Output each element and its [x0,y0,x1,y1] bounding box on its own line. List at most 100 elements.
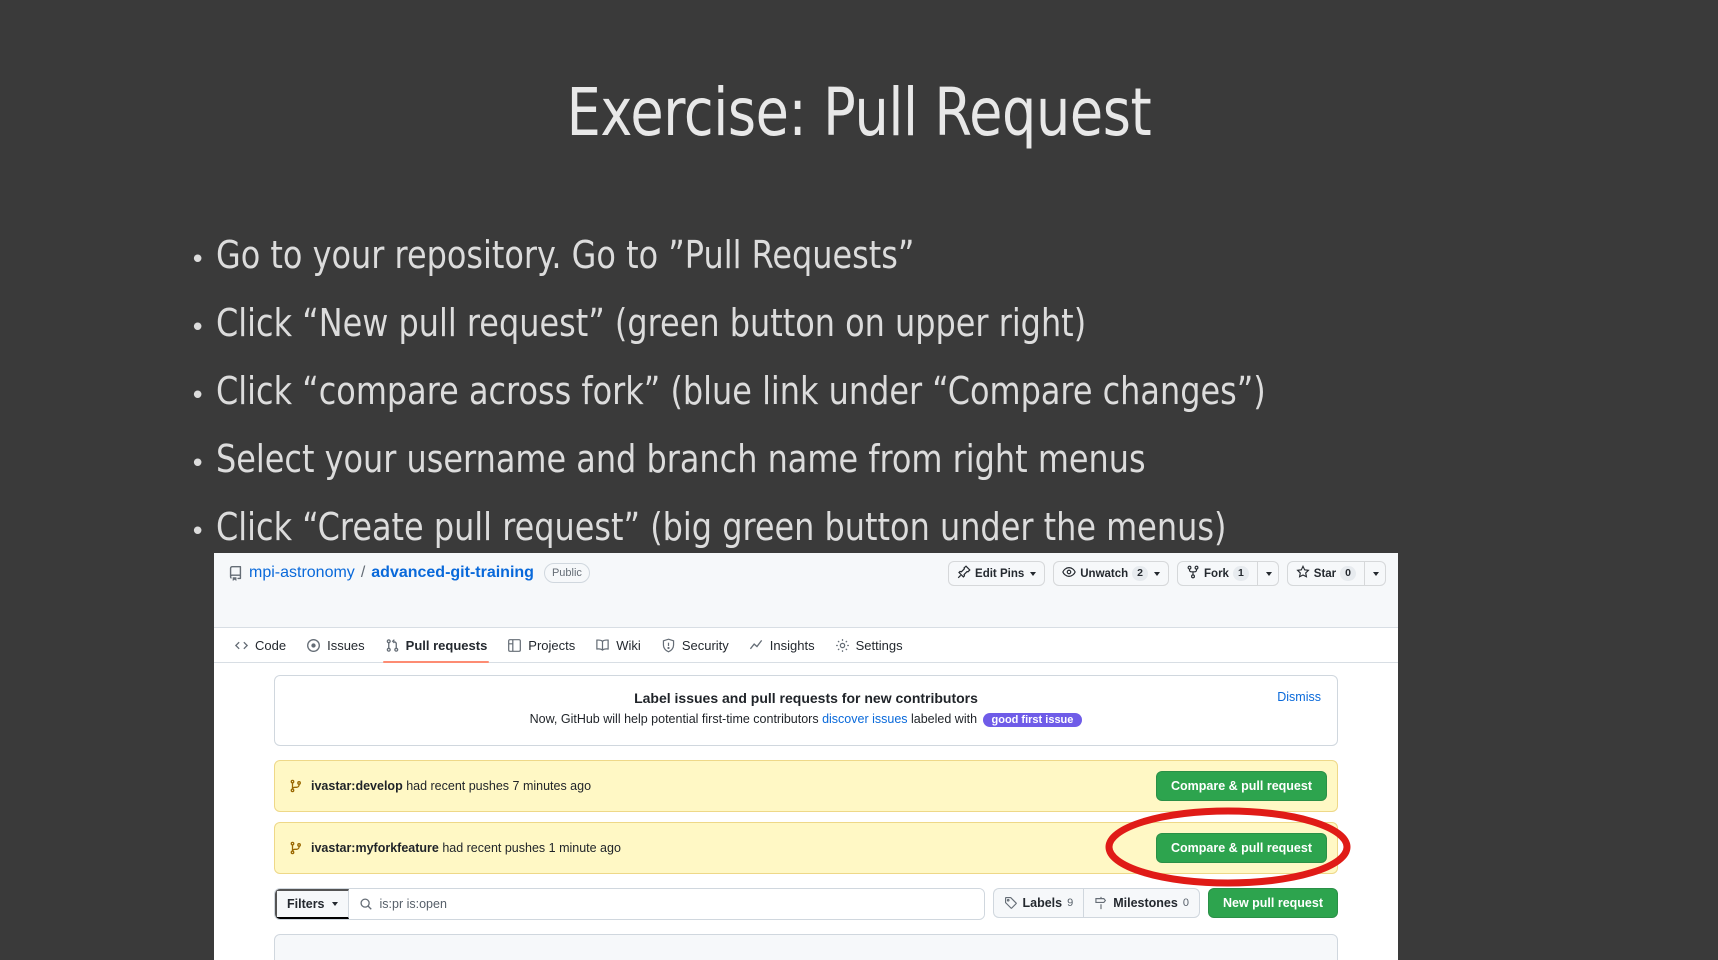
dismiss-link[interactable]: Dismiss [1277,690,1321,704]
tab-security-label: Security [681,637,729,653]
chevron-down-icon [1265,571,1272,576]
labels-button[interactable]: Labels 9 [992,887,1084,918]
notice-sub-prefix: Now, GitHub will help potential first-ti… [529,712,823,726]
milestones-count: 0 [1182,896,1189,909]
push-row-time: had recent pushes 1 minute ago [438,840,621,855]
graph-icon [749,638,764,653]
search-input-value: is:pr is:open [379,896,447,911]
notice-title: Label issues and pull requests for new c… [634,690,978,706]
page-title: Exercise: Pull Request [566,74,1152,151]
breadcrumb-repo-link[interactable]: advanced-git-training [371,564,534,582]
github-screenshot: mpi-astronomy / advanced-git-training Pu… [214,553,1398,960]
bullet-marker-icon: • [190,449,206,479]
new-pull-request-button[interactable]: New pull request [1207,887,1338,918]
tab-wiki[interactable]: Wiki [585,628,651,662]
git-branch-icon [289,841,303,855]
code-icon [234,638,249,653]
notice-subtitle: Now, GitHub will help potential first-ti… [291,712,1321,727]
tab-projects-label: Projects [528,637,576,653]
chevron-down-icon [1373,571,1379,576]
chevron-down-icon [1154,571,1161,576]
notice-sub-middle: labeled with [907,712,981,726]
shield-icon [661,638,676,653]
push-row-text: ivastar:myforkfeature had recent pushes … [311,841,621,855]
gear-icon [835,638,850,653]
project-icon [507,638,522,653]
push-row-branch: ivastar:myforkfeature [311,840,439,855]
repo-header-actions: Edit Pins Unwatch 2 Fork 1 Star 0 [948,561,1386,586]
recent-push-row: ivastar:develop had recent pushes 7 minu… [274,759,1338,812]
tab-security[interactable]: Security [651,628,739,662]
list-item: • Go to your repository. Go to ”Pull Req… [190,224,1590,292]
bullet-list: • Go to your repository. Go to ”Pull Req… [190,224,1590,564]
discover-issues-link[interactable]: discover issues [822,712,907,726]
push-row-time: had recent pushes 7 minutes ago [402,778,592,793]
edit-pins-label: Edit Pins [975,567,1025,580]
tab-settings[interactable]: Settings [825,628,913,662]
tab-projects[interactable]: Projects [497,628,585,662]
pull-requests-content: Label issues and pull requests for new c… [214,663,1398,960]
filters-button[interactable]: Filters [275,888,349,919]
compare-pull-request-button[interactable]: Compare & pull request [1156,770,1327,801]
unwatch-button[interactable]: Unwatch 2 [1053,561,1170,586]
fork-label: Fork [1204,567,1229,580]
star-icon [1296,564,1310,582]
book-icon [595,638,610,653]
bullet-text: Click “Create pull request” (big green b… [216,505,1227,549]
fork-dropdown-button[interactable] [1256,561,1279,586]
bullet-text: Click “New pull request” (green button o… [216,301,1087,345]
pull-request-list-header [274,933,1338,960]
fork-icon [1186,565,1200,582]
fork-button-group: Fork 1 [1177,561,1279,586]
list-item: • Select your username and branch name f… [190,428,1590,496]
git-branch-icon [289,779,303,793]
tab-insights[interactable]: Insights [739,628,825,662]
bullet-text: Click “compare across fork” (blue link u… [216,369,1266,413]
edit-pins-button[interactable]: Edit Pins [948,561,1046,586]
milestone-icon [1094,896,1108,910]
search-icon [359,897,373,911]
labels-milestones-group: Labels 9 Milestones 0 [992,887,1200,918]
chevron-down-icon [1030,571,1037,576]
search-input[interactable]: is:pr is:open [348,888,984,919]
unwatch-label: Unwatch [1080,567,1129,580]
repo-icon [228,565,243,581]
star-button-group: Star 0 [1286,561,1386,586]
repo-header: mpi-astronomy / advanced-git-training Pu… [214,553,1398,628]
milestones-label: Milestones [1113,895,1178,910]
compare-pull-request-button-highlighted[interactable]: Compare & pull request [1156,832,1327,863]
visibility-badge: Public [543,563,590,583]
good-first-issue-badge[interactable]: good first issue [982,712,1083,727]
push-row-branch: ivastar:develop [311,778,403,793]
labels-label: Labels [1022,895,1063,910]
unwatch-count: 2 [1132,566,1149,581]
recent-push-row: ivastar:myforkfeature had recent pushes … [274,821,1338,874]
list-item: • Click “New pull request” (green button… [190,292,1590,360]
filters-search-group: Filters is:pr is:open [274,887,985,920]
bullet-text: Go to your repository. Go to ”Pull Reque… [216,233,915,277]
tag-icon [1004,896,1018,910]
tab-issues-label: Issues [327,637,365,653]
tab-pull-requests[interactable]: Pull requests [375,628,498,663]
bullet-marker-icon: • [190,381,206,411]
breadcrumb-owner-link[interactable]: mpi-astronomy [249,564,355,582]
bullet-marker-icon: • [190,245,206,275]
bullet-marker-icon: • [190,313,206,343]
tab-issues[interactable]: Issues [296,628,375,662]
bullet-marker-icon: • [190,517,206,547]
breadcrumb: mpi-astronomy / advanced-git-training Pu… [228,563,590,583]
tab-code-label: Code [255,637,287,653]
labels-count: 9 [1067,896,1074,909]
tab-insights-label: Insights [769,637,815,653]
issue-opened-icon [306,638,321,653]
star-count: 0 [1340,566,1356,581]
contributor-notice: Label issues and pull requests for new c… [274,675,1338,746]
fork-button[interactable]: Fork 1 [1177,561,1257,586]
star-dropdown-button[interactable] [1364,561,1386,586]
star-button[interactable]: Star 0 [1286,561,1364,586]
filters-label: Filters [287,896,325,911]
pr-filter-bar: Filters is:pr is:open Labels 9 Milestone… [274,887,1338,920]
tab-code[interactable]: Code [224,628,296,662]
milestones-button[interactable]: Milestones 0 [1083,887,1200,918]
push-row-text: ivastar:develop had recent pushes 7 minu… [311,779,591,793]
